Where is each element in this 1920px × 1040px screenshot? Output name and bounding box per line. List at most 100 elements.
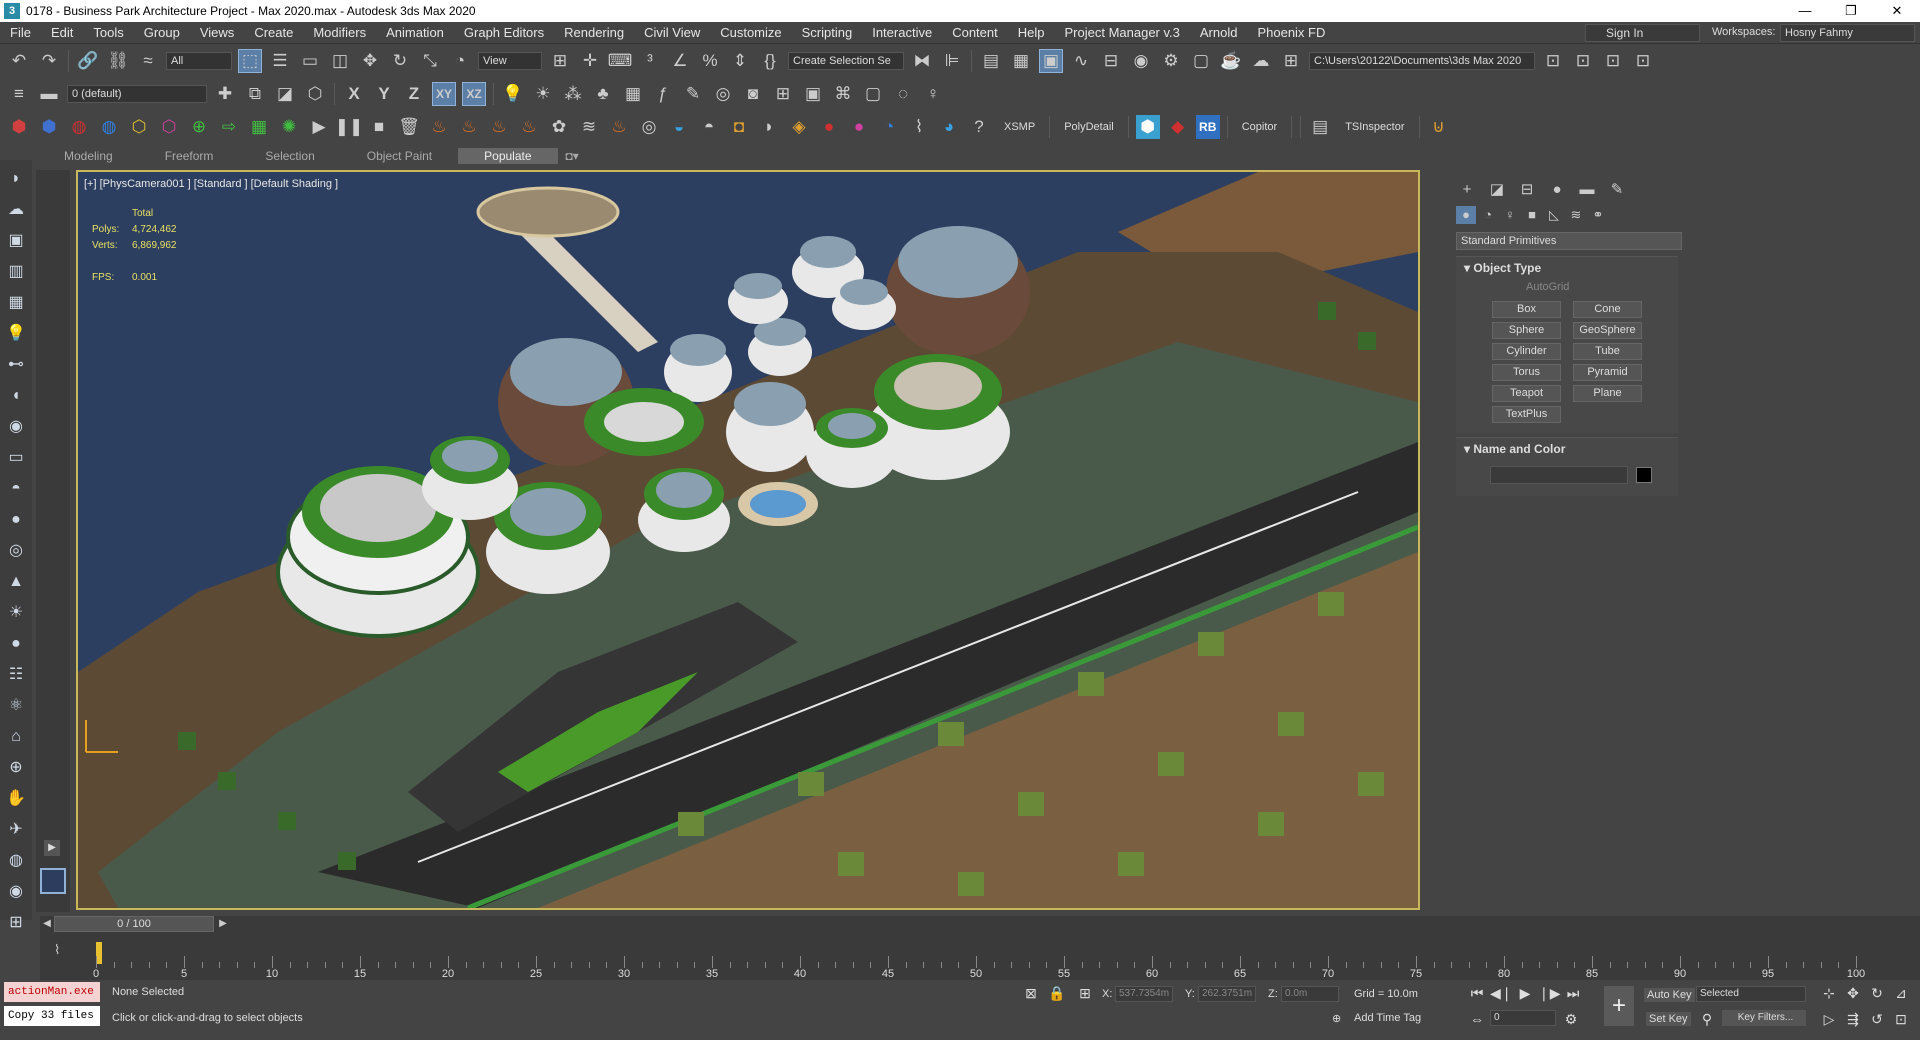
walk-through-icon[interactable]: ▷ (1818, 1010, 1840, 1028)
frame-icon[interactable]: ▣ (4, 229, 28, 253)
trash-icon[interactable]: 🗑 (397, 115, 421, 139)
sphere-icon[interactable]: ● (4, 508, 28, 532)
cube-blue-square-icon[interactable]: ⬢ (1135, 115, 1160, 139)
ladder-icon[interactable]: ☷ (4, 663, 28, 687)
rendered-frame-icon[interactable]: ▢ (1189, 49, 1213, 73)
ball-icon[interactable]: ● (4, 632, 28, 656)
link-icon[interactable]: 🔗 (76, 49, 100, 73)
flame-icon[interactable]: ♨ (607, 115, 631, 139)
maxscript-input[interactable]: Copy 33 files (4, 1006, 100, 1026)
maxscript-output[interactable]: actionMan.exe (4, 982, 100, 1002)
menu-file[interactable]: File (0, 25, 41, 40)
render-cloud-icon[interactable]: ☁ (1249, 49, 1273, 73)
burst-green-icon[interactable]: ✺ (277, 115, 301, 139)
name-color-title[interactable]: ▾ Name and Color (1456, 438, 1678, 460)
prev-frame-arrow-icon[interactable]: ◀ (40, 916, 54, 932)
manipulate-icon[interactable]: ✛ (578, 49, 602, 73)
cloud-icon[interactable]: ☁ (4, 198, 28, 222)
film-icon[interactable]: ◉ (4, 415, 28, 439)
fire-source-icon[interactable]: ♨ (457, 115, 481, 139)
menu-phoenix-fd[interactable]: Phoenix FD (1247, 25, 1335, 40)
cylinder-button[interactable]: Cylinder (1492, 343, 1561, 360)
rb-button[interactable]: RB (1195, 115, 1220, 139)
minimize-button[interactable]: — (1782, 0, 1828, 22)
snap-3d-icon[interactable]: ³ (638, 49, 662, 73)
tsinspector-button[interactable]: TSInspector (1335, 121, 1414, 133)
ref-coord-select[interactable]: View (478, 52, 542, 70)
bind-spacewarp-icon[interactable]: ≈ (136, 49, 160, 73)
select-in-layer-icon[interactable]: ◪ (273, 82, 297, 106)
menu-animation[interactable]: Animation (376, 25, 454, 40)
grid-icon[interactable]: ⊞ (1279, 49, 1303, 73)
spinner-snap-icon[interactable]: ⇕ (728, 49, 752, 73)
hierarchy-tab-icon[interactable]: ⊟ (1514, 180, 1540, 200)
object-color-swatch[interactable] (1636, 467, 1652, 483)
speaker-icon[interactable]: ◖ (4, 384, 28, 408)
arrow-green-icon[interactable]: ⇨ (217, 115, 241, 139)
percent-snap-icon[interactable]: % (698, 49, 722, 73)
roll-icon[interactable]: ↺ (1866, 1010, 1888, 1028)
workspace-select[interactable]: Hosny Fahmy (1780, 24, 1915, 42)
key-filter-icon[interactable]: ⚲ (1696, 1010, 1718, 1028)
help-icon[interactable]: ? (967, 115, 991, 139)
hand-icon[interactable]: ✋ (4, 787, 28, 811)
key-filters-button[interactable]: Key Filters... (1722, 1010, 1806, 1026)
align-icon[interactable]: ⊫ (940, 49, 964, 73)
play-animation-icon[interactable]: ▶ (1514, 984, 1536, 1002)
render-icon[interactable]: ⊞ (4, 911, 28, 935)
menu-tools[interactable]: Tools (83, 25, 133, 40)
globe-green-icon[interactable]: ⊕ (187, 115, 211, 139)
box-icon[interactable]: ▭ (4, 446, 28, 470)
lock-selection-icon[interactable]: 🔒 (1046, 984, 1068, 1002)
curve-editor-icon[interactable]: ∿ (1069, 49, 1093, 73)
layer-explorer-icon[interactable]: ▤ (979, 49, 1003, 73)
atom-icon[interactable]: ⚛ (4, 694, 28, 718)
create-tab-icon[interactable]: + (1454, 180, 1480, 200)
named-selection-select[interactable]: Create Selection Se (788, 52, 904, 70)
redo-icon[interactable]: ↷ (37, 49, 61, 73)
rotate-icon[interactable]: ↻ (388, 49, 412, 73)
schematic-view-icon[interactable]: ⊟ (1099, 49, 1123, 73)
mirror-icon[interactable]: ⧓ (910, 49, 934, 73)
isolate-icon[interactable]: ⊠ (1020, 984, 1042, 1002)
grid-green-icon[interactable]: ▦ (247, 115, 271, 139)
pause-icon[interactable]: ❚❚ (335, 115, 364, 139)
curve-editor-mini-icon[interactable]: ⌇ (54, 942, 60, 958)
select-by-name-icon[interactable]: ☰ (268, 49, 292, 73)
expand-arrow-icon[interactable]: ▶ (44, 840, 60, 856)
light-bulb-icon[interactable]: 💡 (4, 322, 28, 346)
y-coordinate-field[interactable]: 262.3751m (1198, 986, 1256, 1002)
ocean-icon[interactable]: ◒ (667, 115, 691, 139)
layer-select[interactable]: 0 (default) (67, 85, 207, 103)
orbit-view-icon[interactable]: ↻ (1866, 984, 1888, 1002)
previous-frame-icon[interactable]: ◀❘ (1490, 984, 1513, 1002)
axis-z-button[interactable]: Z (402, 82, 426, 106)
menu-rendering[interactable]: Rendering (554, 25, 634, 40)
x-coordinate-field[interactable]: 537.7354m (1115, 986, 1173, 1002)
edit-named-sel-icon[interactable]: {} (758, 49, 782, 73)
spacewarps-icon[interactable]: ≋ (1566, 206, 1586, 224)
diamond-icon[interactable]: ◆ (1166, 115, 1190, 139)
auto-key-button[interactable]: Auto Key (1644, 988, 1695, 1002)
time-configuration-icon[interactable]: ⚙ (1560, 1010, 1582, 1028)
modify-tab-icon[interactable]: ◪ (1484, 180, 1510, 200)
material-editor-icon[interactable]: ◉ (1129, 49, 1153, 73)
project-save-icon[interactable]: ⊡ (1601, 49, 1625, 73)
display-tab-icon[interactable]: ▬ (1574, 180, 1600, 200)
menu-scripting[interactable]: Scripting (792, 25, 863, 40)
viewport-label[interactable]: [+] [PhysCamera001 ] [Standard ] [Defaul… (84, 178, 338, 190)
set-key-big-icon[interactable]: + (1604, 986, 1634, 1026)
fire-liquid-icon[interactable]: ♨ (517, 115, 541, 139)
fov-icon[interactable]: ⊿ (1890, 984, 1912, 1002)
next-frame-icon[interactable]: ❘▶ (1538, 984, 1561, 1002)
cube-blue-icon[interactable]: ⬢ (37, 115, 61, 139)
copitor-button[interactable]: Copitor (1232, 121, 1287, 133)
menu-create[interactable]: Create (244, 25, 303, 40)
menu-help[interactable]: Help (1008, 25, 1055, 40)
tsinspector-icon[interactable]: ▤ (1308, 115, 1332, 139)
tree-icon[interactable]: ♣ (591, 82, 615, 106)
paint-icon[interactable]: ✎ (681, 82, 705, 106)
hf-icon[interactable]: ✈ (4, 818, 28, 842)
key-mode-select[interactable]: Selected (1696, 986, 1806, 1002)
wave-mesh-icon[interactable]: ⌇ (907, 115, 931, 139)
